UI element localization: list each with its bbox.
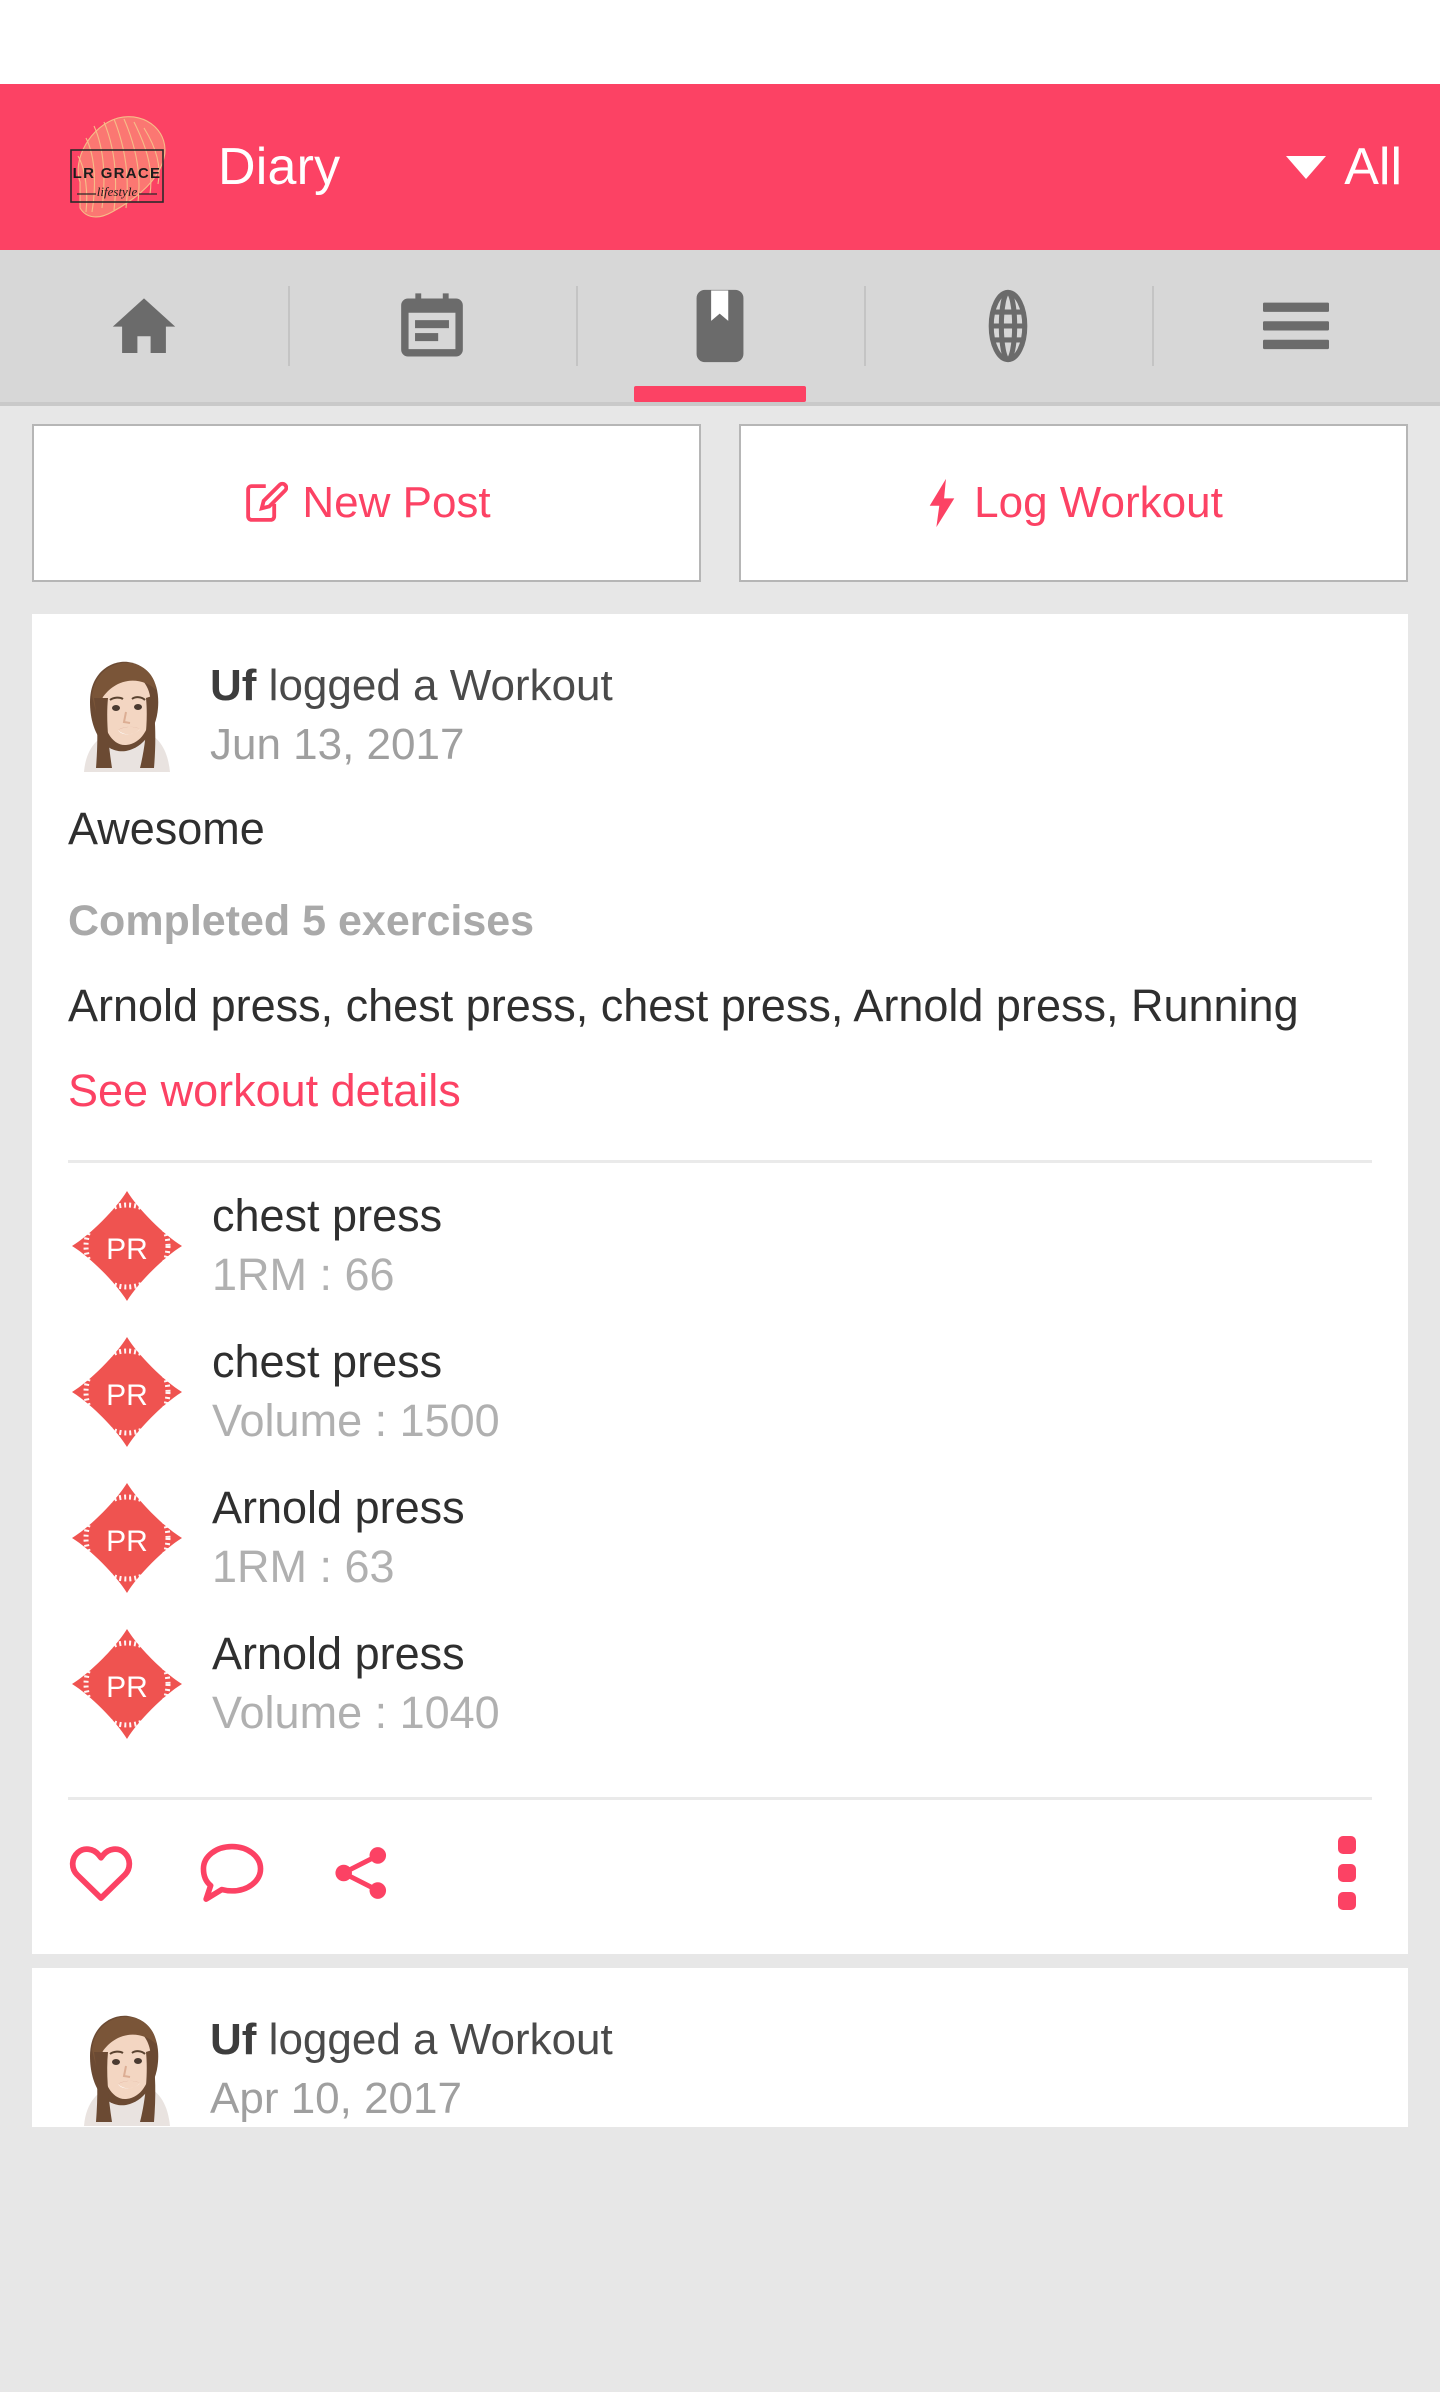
post-footer xyxy=(32,1800,1408,1954)
pr-row[interactable]: PR chest press 1RM : 66 xyxy=(68,1173,1372,1319)
tab-home[interactable] xyxy=(0,250,288,402)
workout-summary: Completed 5 exercises xyxy=(68,896,535,945)
more-vertical-icon[interactable] xyxy=(1322,1830,1372,1916)
post-date: Jun 13, 2017 xyxy=(210,719,465,769)
tab-calendar[interactable] xyxy=(288,250,576,402)
kebab-dot xyxy=(1338,1864,1356,1883)
pr-row[interactable]: PR Arnold press Volume : 1040 xyxy=(68,1611,1372,1757)
personal-records-list: PR chest press 1RM : 66 PR chest press V… xyxy=(32,1163,1408,1757)
pr-row[interactable]: PR chest press Volume : 1500 xyxy=(68,1319,1372,1465)
tab-explore[interactable] xyxy=(864,250,1152,402)
pr-info: Arnold press Volume : 1040 xyxy=(212,1627,500,1741)
tab-diary[interactable] xyxy=(576,250,864,402)
status-bar-spacer xyxy=(0,0,1440,84)
pr-exercise-name: chest press xyxy=(212,1189,443,1241)
see-workout-details-link[interactable]: See workout details xyxy=(68,1062,1372,1121)
pr-metric: 1RM : 66 xyxy=(212,1248,395,1300)
pr-metric: 1RM : 63 xyxy=(212,1540,395,1592)
log-workout-button[interactable]: Log Workout xyxy=(739,424,1408,582)
post-card: Uf logged a Workout Jun 13, 2017 Awesome… xyxy=(32,614,1408,1955)
post-action-text: logged a Workout xyxy=(256,661,613,710)
calendar-icon xyxy=(395,289,469,363)
hamburger-menu-icon xyxy=(1259,296,1333,356)
pr-info: chest press 1RM : 66 xyxy=(212,1189,442,1303)
new-post-label: New Post xyxy=(302,478,491,527)
pr-row[interactable]: PR Arnold press 1RM : 63 xyxy=(68,1465,1372,1611)
log-workout-label: Log Workout xyxy=(974,478,1223,527)
pr-exercise-name: Arnold press xyxy=(212,1627,465,1679)
logo-secondary-text: lifestyle xyxy=(97,184,138,199)
pr-info: chest press Volume : 1500 xyxy=(212,1335,500,1449)
post-social-actions xyxy=(68,1842,392,1904)
lightning-bolt-icon xyxy=(924,478,960,528)
quick-actions: New Post Log Workout xyxy=(0,424,1440,600)
pr-exercise-name: Arnold press xyxy=(212,1481,465,1533)
kebab-dot xyxy=(1338,1836,1356,1855)
pr-badge-label: PR xyxy=(106,1233,148,1266)
logo-primary-text: LR GRACE xyxy=(73,165,162,182)
lr-grace-logo: LR GRACE lifestyle xyxy=(44,108,192,226)
post-header: Uf logged a Workout Jun 13, 2017 xyxy=(32,614,1408,773)
share-icon[interactable] xyxy=(330,1842,392,1904)
diary-feed: New Post Log Workout Uf logged a Workout… xyxy=(0,406,1440,2392)
filter-label: All xyxy=(1344,138,1402,196)
app-bar-title: Diary xyxy=(218,138,341,196)
avatar[interactable] xyxy=(68,656,180,772)
pr-exercise-name: chest press xyxy=(212,1335,443,1387)
post-title: Uf logged a Workout xyxy=(210,2014,613,2066)
post-author[interactable]: Uf xyxy=(210,2015,256,2064)
comment-icon[interactable] xyxy=(200,1842,264,1904)
active-tab-indicator xyxy=(634,386,806,402)
post-body: Awesome Completed 5 exercises Arnold pre… xyxy=(32,773,1408,1120)
pr-badge-label: PR xyxy=(106,1525,148,1558)
pr-metric: Volume : 1040 xyxy=(212,1686,500,1738)
post-card: Uf logged a Workout Apr 10, 2017 xyxy=(32,1968,1408,2128)
pr-badge-label: PR xyxy=(106,1671,148,1704)
brand-group: LR GRACE lifestyle Diary xyxy=(44,108,340,226)
post-text: Awesome xyxy=(68,803,265,855)
pr-badge-label: PR xyxy=(106,1379,148,1412)
avatar[interactable] xyxy=(68,2010,180,2127)
bookmark-icon xyxy=(694,288,746,364)
pr-badge-icon: PR xyxy=(68,1625,186,1743)
post-date: Apr 10, 2017 xyxy=(210,2073,462,2123)
pr-info: Arnold press 1RM : 63 xyxy=(212,1481,465,1595)
new-post-button[interactable]: New Post xyxy=(32,424,701,582)
pr-metric: Volume : 1500 xyxy=(212,1394,500,1446)
post-meta: Uf logged a Workout Apr 10, 2017 xyxy=(210,2010,613,2127)
heart-icon[interactable] xyxy=(68,1843,134,1903)
tab-more[interactable] xyxy=(1152,250,1440,402)
pr-badge-icon: PR xyxy=(68,1333,186,1451)
pr-badge-icon: PR xyxy=(68,1187,186,1305)
home-icon xyxy=(105,290,183,362)
post-meta: Uf logged a Workout Jun 13, 2017 xyxy=(210,656,613,773)
globe-icon xyxy=(970,288,1046,364)
app-bar: LR GRACE lifestyle Diary All xyxy=(0,84,1440,250)
post-header: Uf logged a Workout Apr 10, 2017 xyxy=(32,1968,1408,2127)
pr-badge-icon: PR xyxy=(68,1479,186,1597)
kebab-dot xyxy=(1338,1892,1356,1911)
chevron-down-icon xyxy=(1286,155,1327,179)
exercise-list: Arnold press, chest press, chest press, … xyxy=(68,979,1299,1031)
edit-square-icon xyxy=(242,480,289,526)
post-action-text: logged a Workout xyxy=(256,2015,613,2065)
post-author[interactable]: Uf xyxy=(210,661,256,710)
post-title: Uf logged a Workout xyxy=(210,660,613,712)
tab-bar xyxy=(0,250,1440,406)
filter-control[interactable]: All xyxy=(1286,141,1402,193)
